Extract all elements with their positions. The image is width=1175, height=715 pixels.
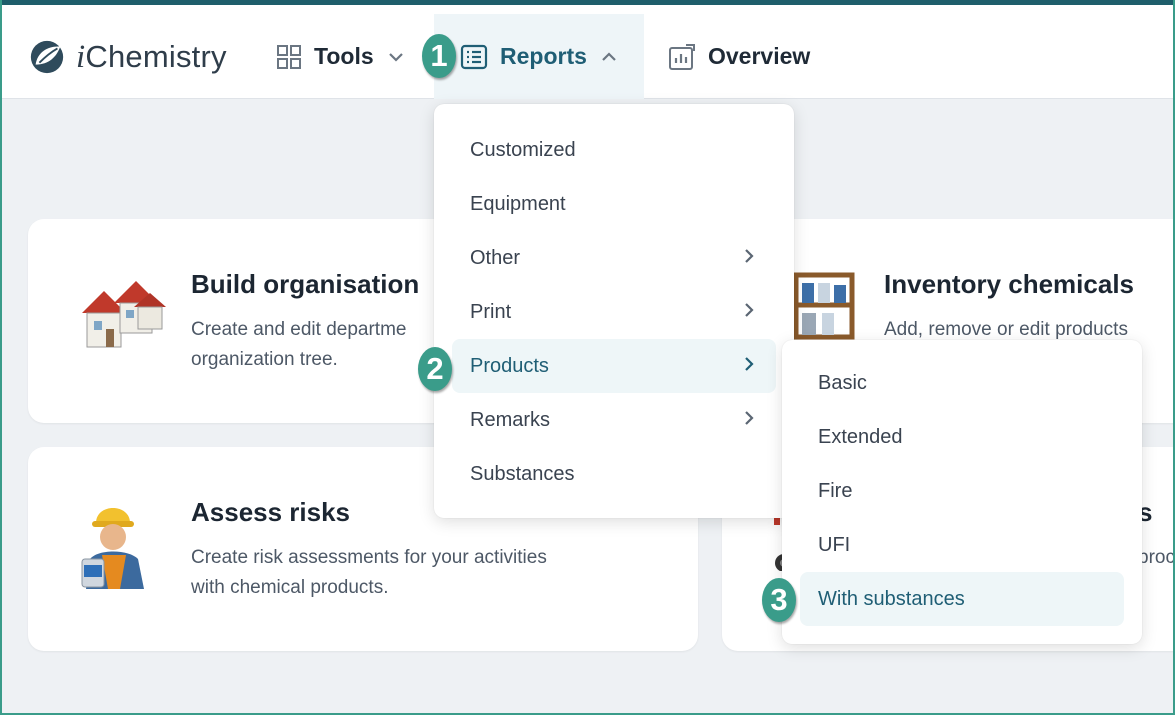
step-badge-1: 1 — [422, 34, 456, 78]
nav-reports[interactable]: Reports — [434, 14, 644, 99]
submenu-item-ufi[interactable]: UFI — [800, 518, 1124, 572]
reports-dropdown: Customized Equipment Other Print Product… — [434, 104, 794, 518]
nav-overview[interactable]: Overview — [668, 14, 810, 99]
leaf-logo-icon — [30, 40, 64, 74]
menu-item-other[interactable]: Other — [452, 231, 776, 285]
card-build-organisation[interactable]: Build organisation Create and edit depar… — [28, 219, 458, 423]
menu-item-remarks[interactable]: Remarks — [452, 393, 776, 447]
submenu-item-basic[interactable]: Basic — [800, 356, 1124, 410]
menu-item-label: Extended — [818, 425, 903, 448]
app-frame: iChemistry Tools Reports Overview Build … — [0, 0, 1175, 715]
chevron-down-icon — [388, 52, 403, 62]
report-list-icon — [460, 44, 488, 69]
card-title: Build organisation — [191, 269, 420, 299]
card-description-line: with chemical products. — [191, 577, 389, 598]
logo-text: iChemistry — [76, 38, 227, 75]
menu-item-products[interactable]: Products — [452, 339, 776, 393]
menu-item-label: Equipment — [470, 192, 566, 215]
step-badge-3: 3 — [762, 578, 796, 622]
chevron-right-icon — [745, 249, 754, 263]
shelf-icon — [793, 272, 855, 340]
card-title: Inventory chemicals — [884, 269, 1134, 299]
menu-item-customized[interactable]: Customized — [452, 123, 776, 177]
menu-item-label: Products — [470, 354, 549, 377]
nav-reports-label: Reports — [500, 43, 587, 69]
menu-item-label: Remarks — [470, 408, 551, 431]
card-title: Assess risks — [191, 497, 351, 527]
logo[interactable]: iChemistry — [28, 38, 227, 76]
step-badge-2: 2 — [418, 347, 452, 391]
nav-tools-label: Tools — [314, 43, 374, 69]
houses-icon — [82, 281, 166, 348]
card-description: proc — [1138, 547, 1175, 568]
header: iChemistry Tools Reports Overview — [2, 14, 1173, 99]
menu-item-label: Fire — [818, 479, 853, 502]
top-accent-bar — [2, 0, 1173, 14]
chevron-right-icon — [745, 303, 754, 317]
menu-item-label: Substances — [470, 462, 575, 485]
menu-item-print[interactable]: Print — [452, 285, 776, 339]
submenu-item-with-substances[interactable]: With substances — [800, 572, 1124, 626]
card-description-line: organization tree. — [191, 349, 338, 370]
menu-item-label: Other — [470, 246, 521, 269]
menu-item-label: With substances — [818, 587, 965, 610]
menu-item-label: UFI — [818, 533, 851, 556]
submenu-item-extended[interactable]: Extended — [800, 410, 1124, 464]
card-description-line: Create and edit departme — [191, 319, 407, 340]
menu-item-label: Basic — [818, 371, 867, 394]
grid-icon — [277, 44, 301, 69]
chevron-right-icon — [745, 357, 754, 371]
menu-item-label: Customized — [470, 138, 576, 161]
chart-icon — [669, 43, 695, 70]
nav-overview-label: Overview — [708, 43, 811, 69]
card-description: Create risk assessments for your activit… — [191, 543, 547, 603]
chevron-right-icon — [745, 411, 754, 425]
chevron-up-icon — [602, 51, 616, 61]
nav-tools[interactable]: Tools — [276, 14, 404, 99]
card-description: Create and edit departme organization tr… — [191, 315, 406, 375]
card-description-line: Create risk assessments for your activit… — [191, 547, 547, 568]
worker-icon — [81, 508, 144, 589]
menu-item-label: Print — [470, 300, 512, 323]
submenu-item-fire[interactable]: Fire — [800, 464, 1124, 518]
menu-item-substances[interactable]: Substances — [452, 447, 776, 501]
menu-item-equipment[interactable]: Equipment — [452, 177, 776, 231]
products-submenu: Basic Extended Fire UFI With substances — [782, 340, 1142, 644]
